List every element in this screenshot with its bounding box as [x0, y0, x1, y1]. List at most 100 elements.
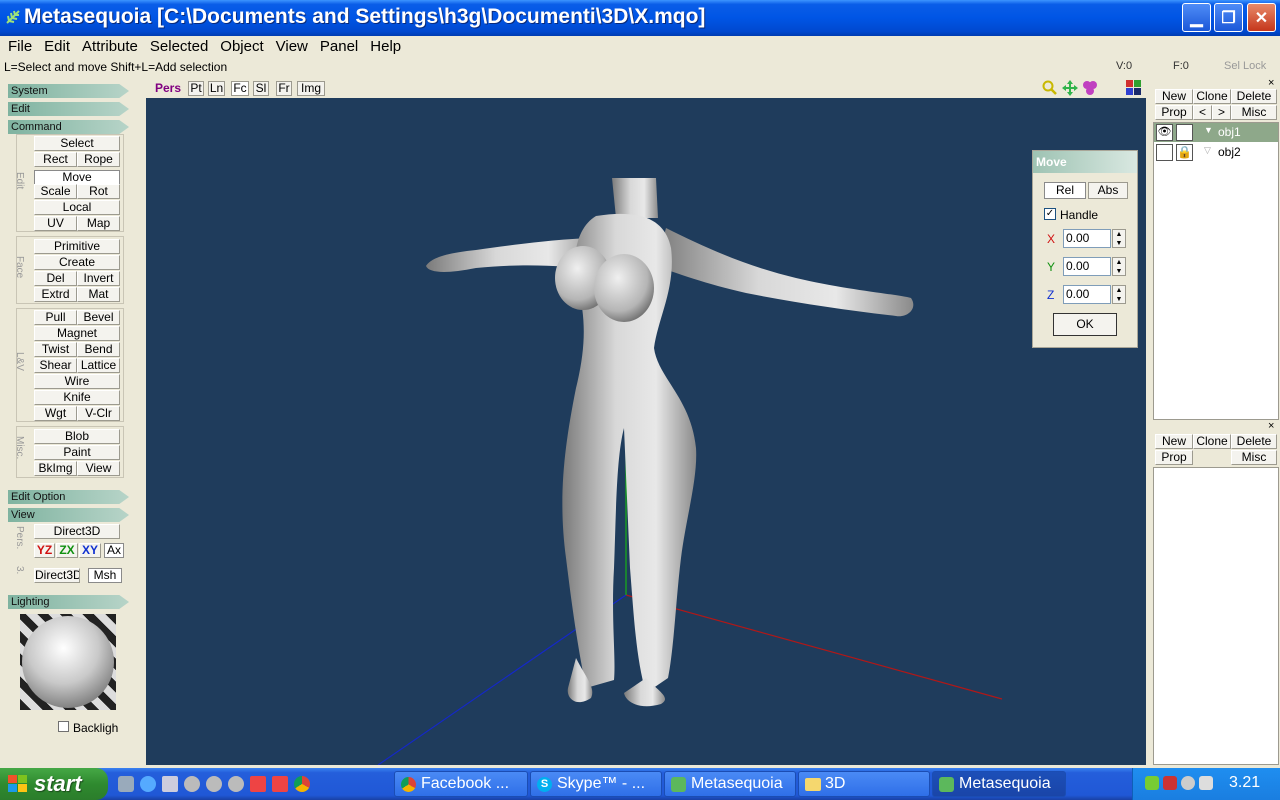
- section-system[interactable]: System: [8, 84, 129, 98]
- object-misc-button[interactable]: Misc: [1231, 105, 1277, 120]
- object-row-obj1[interactable]: 👁 ▼ obj1: [1154, 123, 1278, 142]
- handle-checkbox[interactable]: ✓: [1044, 208, 1056, 220]
- ok-button[interactable]: OK: [1053, 313, 1117, 336]
- collapse-arrow-icon[interactable]: ▼: [1204, 125, 1213, 135]
- pan-icon[interactable]: [1062, 80, 1078, 96]
- user-icon[interactable]: [228, 776, 244, 792]
- view-button[interactable]: View: [77, 461, 120, 476]
- start-button[interactable]: start: [0, 768, 108, 800]
- z-spinner[interactable]: ▲ ▼: [1112, 285, 1126, 304]
- menu-view[interactable]: View: [270, 37, 314, 57]
- material-delete-button[interactable]: Delete: [1231, 434, 1277, 449]
- invert-button[interactable]: Invert: [77, 271, 120, 286]
- material-clone-button[interactable]: Clone: [1193, 434, 1231, 449]
- zx-button[interactable]: ZX: [56, 543, 78, 558]
- rect-button[interactable]: Rect: [34, 152, 77, 167]
- tab-sl[interactable]: Sl: [253, 81, 269, 96]
- extrd-button[interactable]: Extrd: [34, 287, 77, 302]
- 3d-viewport[interactable]: [146, 98, 1146, 765]
- chrome-icon[interactable]: [294, 776, 310, 792]
- bend-button[interactable]: Bend: [77, 342, 120, 357]
- menu-help[interactable]: Help: [364, 37, 407, 57]
- menu-file[interactable]: File: [2, 37, 38, 57]
- maximize-button[interactable]: ❐: [1214, 3, 1243, 32]
- user-icon[interactable]: [206, 776, 222, 792]
- tray-volume-icon[interactable]: [1199, 776, 1213, 790]
- blob-button[interactable]: Blob: [34, 429, 120, 444]
- object-next-button[interactable]: >: [1212, 105, 1231, 120]
- task-folder-3d[interactable]: 3D: [798, 771, 930, 797]
- ie-icon[interactable]: [140, 776, 156, 792]
- direct3d-button-2[interactable]: Direct3D: [34, 568, 80, 583]
- xy-button[interactable]: XY: [79, 543, 101, 558]
- lock-toggle[interactable]: [1176, 124, 1193, 141]
- tab-fr[interactable]: Fr: [276, 81, 292, 96]
- del-button[interactable]: Del: [34, 271, 77, 286]
- wire-button[interactable]: Wire: [34, 374, 120, 389]
- direct3d-button[interactable]: Direct3D: [34, 524, 120, 539]
- object-prop-button[interactable]: Prop: [1155, 105, 1193, 120]
- z-input[interactable]: 0.00: [1063, 285, 1111, 304]
- close-button[interactable]: ✕: [1247, 3, 1276, 32]
- task-skype[interactable]: S Skype™ - ...: [530, 771, 662, 797]
- material-new-button[interactable]: New: [1155, 434, 1193, 449]
- local-button[interactable]: Local: [34, 200, 120, 215]
- magnet-button[interactable]: Magnet: [34, 326, 120, 341]
- task-facebook[interactable]: Facebook ...: [394, 771, 528, 797]
- clock[interactable]: 3.21: [1229, 774, 1260, 792]
- map-button[interactable]: Map: [77, 216, 120, 231]
- object-prev-button[interactable]: <: [1193, 105, 1212, 120]
- section-lighting[interactable]: Lighting: [8, 595, 129, 609]
- section-edit-option[interactable]: Edit Option: [8, 490, 129, 504]
- quad-view-icon[interactable]: [1126, 80, 1142, 96]
- y-input[interactable]: 0.00: [1063, 257, 1111, 276]
- object-panel-close-icon[interactable]: ×: [1268, 77, 1274, 89]
- object-new-button[interactable]: New: [1155, 89, 1193, 104]
- title-bar[interactable]: Metasequoia [C:\Documents and Settings\h…: [0, 0, 1280, 36]
- pull-button[interactable]: Pull: [34, 310, 77, 325]
- zoom-icon[interactable]: [1042, 80, 1058, 96]
- axis-toggle[interactable]: Ax: [104, 543, 124, 558]
- app-icon[interactable]: [250, 776, 266, 792]
- object-clone-button[interactable]: Clone: [1193, 89, 1231, 104]
- material-prop-button[interactable]: Prop: [1155, 450, 1193, 465]
- show-desktop-icon[interactable]: [162, 776, 178, 792]
- lock-icon[interactable]: 🔒: [1176, 144, 1193, 161]
- tray-shield-icon[interactable]: [1145, 776, 1159, 790]
- bkimg-button[interactable]: BkImg: [34, 461, 77, 476]
- x-input[interactable]: 0.00: [1063, 229, 1111, 248]
- material-misc-button[interactable]: Misc: [1231, 450, 1277, 465]
- absolute-toggle[interactable]: Abs: [1088, 182, 1128, 199]
- task-metasequoia-2[interactable]: Metasequoia: [932, 771, 1066, 797]
- create-button[interactable]: Create: [34, 255, 120, 270]
- user-icon[interactable]: [184, 776, 200, 792]
- shear-button[interactable]: Shear: [34, 358, 77, 373]
- tab-points[interactable]: Pt: [188, 81, 204, 96]
- move-button[interactable]: Move: [34, 170, 120, 185]
- lattice-button[interactable]: Lattice: [77, 358, 120, 373]
- y-spinner[interactable]: ▲ ▼: [1112, 257, 1126, 276]
- rotate-view-icon[interactable]: [1082, 80, 1098, 96]
- select-button[interactable]: Select: [34, 136, 120, 151]
- menu-object[interactable]: Object: [214, 37, 269, 57]
- task-metasequoia-1[interactable]: Metasequoia: [664, 771, 796, 797]
- mat-button[interactable]: Mat: [77, 287, 120, 302]
- twist-button[interactable]: Twist: [34, 342, 77, 357]
- uv-button[interactable]: UV: [34, 216, 77, 231]
- primitive-button[interactable]: Primitive: [34, 239, 120, 254]
- collapse-arrow-icon[interactable]: ▽: [1204, 145, 1211, 156]
- bevel-button[interactable]: Bevel: [77, 310, 120, 325]
- backlight-checkbox[interactable]: [58, 721, 69, 732]
- x-spinner[interactable]: ▲ ▼: [1112, 229, 1126, 248]
- wgt-button[interactable]: Wgt: [34, 406, 77, 421]
- yz-button[interactable]: YZ: [34, 543, 55, 558]
- tab-faces[interactable]: Fc: [231, 81, 249, 96]
- section-edit[interactable]: Edit: [8, 102, 129, 116]
- lighting-preview[interactable]: [20, 614, 116, 710]
- visibility-eye-icon[interactable]: 👁: [1156, 124, 1173, 141]
- tab-img[interactable]: Img: [297, 81, 325, 96]
- tab-lines[interactable]: Ln: [208, 81, 225, 96]
- sel-lock-toggle[interactable]: Sel Lock: [1224, 60, 1278, 72]
- menu-panel[interactable]: Panel: [314, 37, 364, 57]
- scale-button[interactable]: Scale: [34, 184, 77, 199]
